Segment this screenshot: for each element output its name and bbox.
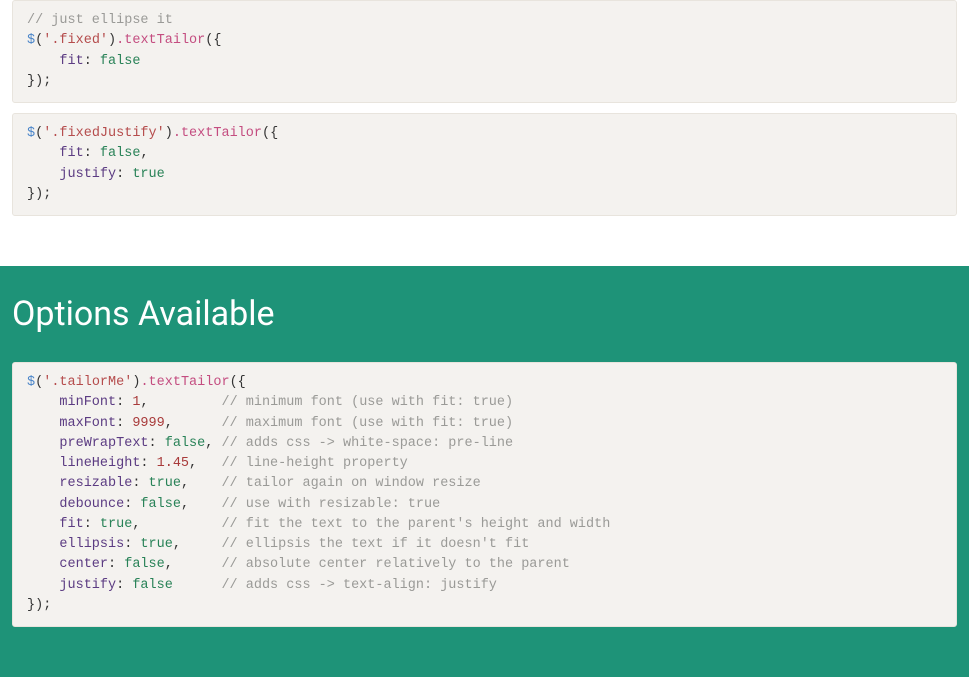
options-section: Options Available $('.tailorMe').textTai… [0,266,969,677]
section-title: Options Available [12,294,957,334]
code-block-1: // just ellipse it $('.fixed').textTailo… [12,0,957,103]
code-block-3: $('.tailorMe').textTailor({ minFont: 1, … [12,362,957,627]
top-section: // just ellipse it $('.fixed').textTailo… [0,0,969,266]
code-block-2: $('.fixedJustify').textTailor({ fit: fal… [12,113,957,216]
